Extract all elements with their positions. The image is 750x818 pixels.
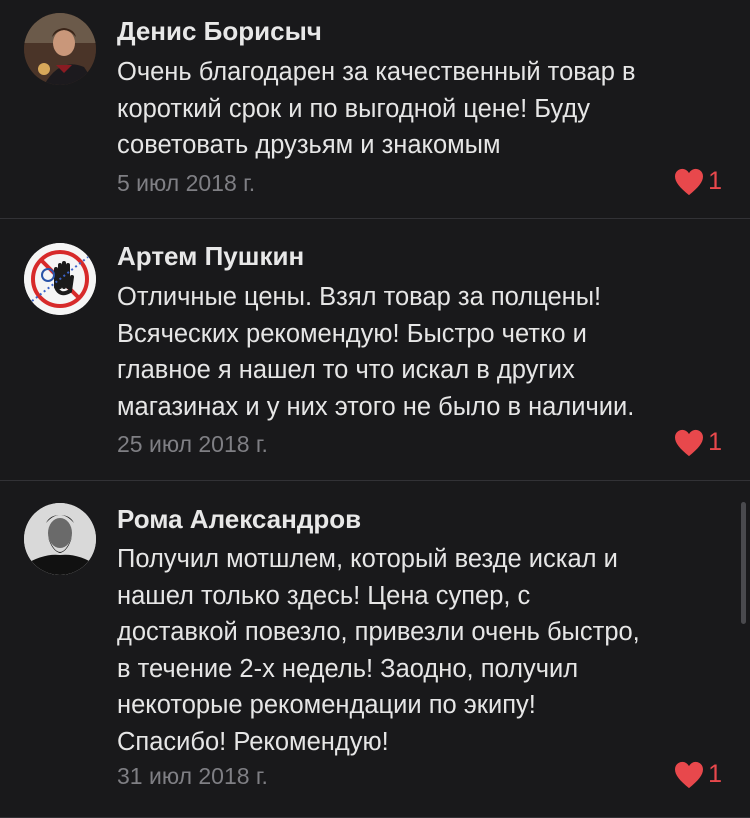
comment-date: 31 июл 2018 г.	[117, 763, 268, 789]
comment-text-line: Отличные цены. Взял товар за полцены!	[117, 283, 602, 311]
comment-text-line: магазинах и у них этого не было в наличи…	[117, 392, 635, 421]
comment-item: Рома Александров Получил мотшлем, которы…	[0, 481, 750, 818]
comment-item: Артем Пушкин Отличные цены. Взял товар з…	[0, 219, 750, 481]
comment-text-line: в течение 2-х недель! Заодно, получил	[117, 654, 579, 683]
bearded-man-photo-avatar-icon	[24, 503, 96, 575]
like-count: 1	[708, 167, 722, 195]
scrollbar[interactable]	[741, 502, 746, 624]
stop-hand-badge-avatar-icon	[24, 243, 96, 315]
comment-text-line: Очень благодарен за качественный товар в	[117, 58, 636, 86]
comment-author[interactable]: Рома Александров	[117, 504, 361, 535]
like-button[interactable]: 1	[674, 428, 722, 457]
comment-text-line: короткий срок и по выгодной цене! Буду	[117, 94, 590, 123]
comment-text-line: доставкой повезло, привезли очень быстро…	[117, 618, 640, 646]
comment-author[interactable]: Денис Борисыч	[117, 16, 322, 47]
comment-text-line: Получил мотшлем, который везде искал и	[117, 545, 618, 573]
comment-text-line: главное я нашел то что искал в других	[117, 356, 575, 384]
like-button[interactable]: 1	[674, 760, 722, 789]
heart-icon	[675, 429, 704, 456]
heart-icon	[675, 761, 704, 788]
comment-text-line: Всяческих рекомендую! Быстро четко и	[117, 319, 587, 348]
like-count: 1	[708, 428, 722, 456]
comment-text-line: советовать друзьям и знакомым	[117, 131, 501, 159]
comment-author[interactable]: Артем Пушкин	[117, 241, 304, 272]
avatar[interactable]	[24, 13, 96, 85]
comment-date: 25 июл 2018 г.	[117, 431, 268, 457]
comment-date: 5 июл 2018 г.	[117, 170, 256, 196]
like-button[interactable]: 1	[674, 167, 722, 196]
comment-text: Отличные цены. Взял товар за полцены! Вс…	[117, 279, 737, 425]
comment-text-line: нашел только здесь! Цена супер, с	[117, 581, 531, 610]
avatar[interactable]	[24, 503, 96, 575]
person-photo-avatar-icon	[24, 13, 96, 85]
comment-item: Денис Борисыч Очень благодарен за качест…	[0, 0, 750, 219]
avatar[interactable]	[24, 243, 96, 315]
comment-text-line: Спасибо! Рекомендую!	[117, 727, 389, 756]
comment-text: Очень благодарен за качественный товар в…	[117, 54, 737, 164]
comment-text: Получил мотшлем, который везде искал и н…	[117, 541, 737, 760]
heart-icon	[675, 168, 704, 195]
comment-text-line: некоторые рекомендации по экипу!	[117, 691, 536, 719]
like-count: 1	[708, 760, 722, 788]
